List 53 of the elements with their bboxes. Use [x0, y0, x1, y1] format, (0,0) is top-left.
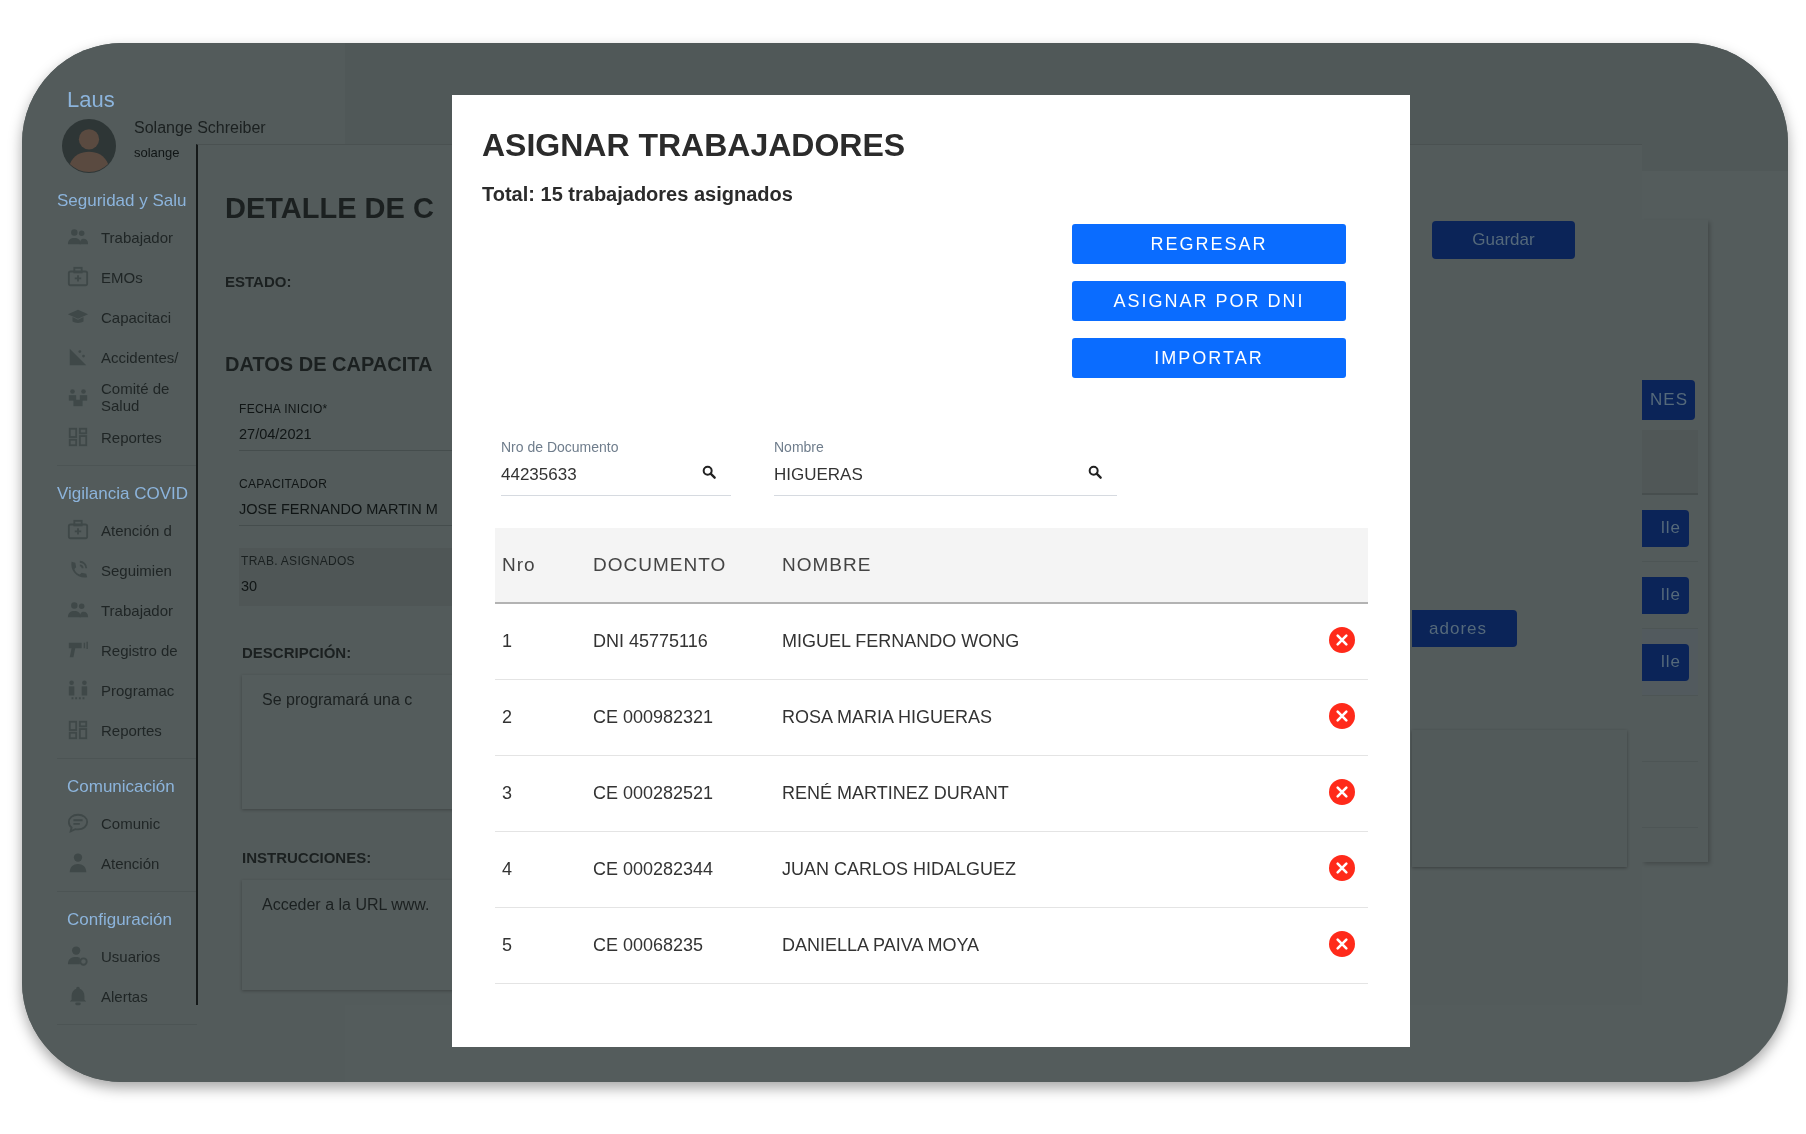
search-field[interactable]: Nro de Documento 44235633	[501, 439, 731, 496]
section-heading: Configuración	[67, 910, 172, 930]
column-header: NOMBRE	[781, 554, 873, 576]
column-header: DOCUMENTO	[592, 554, 728, 576]
detail-button[interactable]: lle	[1642, 643, 1689, 681]
workers-button[interactable]: adores	[1412, 610, 1517, 647]
search-icon	[701, 464, 717, 480]
total-text: Total: 15 trabajadores asignados	[482, 183, 794, 206]
section-title: DATOS DE CAPACITA	[225, 353, 434, 376]
action-button[interactable]: REGRESAR	[1072, 224, 1346, 264]
field-label: INSTRUCCIONES:	[242, 849, 373, 866]
remove-icon[interactable]	[1329, 626, 1355, 653]
user-name: Solange Schreiber	[134, 118, 266, 137]
remove-icon[interactable]	[1329, 702, 1355, 729]
save-button[interactable]: Guardar	[1432, 221, 1575, 259]
field-label: DESCRIPCIÓN:	[242, 644, 353, 661]
action-button[interactable]: IMPORTAR	[1072, 338, 1346, 378]
text-area[interactable]: Se programará una c	[242, 675, 454, 809]
table-cell-text: ROSA MARIA HIGUERAS	[781, 707, 994, 728]
table-cell-text: RENÉ MARTINEZ DURANT	[781, 783, 1010, 804]
status-label: ESTADO:	[225, 273, 293, 290]
search-icon	[1087, 464, 1103, 480]
table-cell-text: CE 000282344	[592, 859, 715, 880]
search-field[interactable]: Nombre HIGUERAS	[774, 439, 1117, 496]
action-button[interactable]: NES	[1642, 380, 1695, 420]
table-cell-text: 2	[501, 707, 513, 728]
text-area[interactable]: Acceder a la URL www.	[242, 880, 454, 990]
table-cell-text: 1	[501, 631, 513, 652]
remove-icon[interactable]	[1329, 778, 1355, 805]
table-cell-text: 3	[501, 783, 513, 804]
detail-button[interactable]: lle	[1642, 576, 1689, 614]
table-cell-text: DNI 45775116	[592, 631, 709, 652]
detail-button[interactable]: lle	[1642, 509, 1689, 547]
table-cell-text: 4	[501, 859, 513, 880]
column-header: Nro	[501, 554, 537, 576]
modal-title: ASIGNAR TRABAJADORES	[482, 127, 907, 164]
section-heading: Vigilancia COVID	[57, 484, 189, 504]
brand-name: Laus	[67, 87, 115, 113]
table-cell-text: 5	[501, 935, 513, 956]
remove-icon[interactable]	[1329, 854, 1355, 881]
table-cell-text: JUAN CARLOS HIDALGUEZ	[781, 859, 1018, 880]
table-cell-text: CE 00068235	[592, 935, 705, 956]
user-email: solange	[134, 144, 181, 160]
action-button[interactable]: ASIGNAR POR DNI	[1072, 281, 1346, 321]
section-heading: Comunicación	[67, 777, 175, 797]
section-heading: Seguridad y Salu	[57, 191, 187, 211]
table-cell-text: CE 000282521	[592, 783, 715, 804]
remove-icon[interactable]	[1329, 930, 1355, 957]
table-cell-text: CE 000982321	[592, 707, 715, 728]
avatar	[62, 119, 116, 173]
page-title: DETALLE DE C	[225, 192, 435, 225]
table-cell-text: MIGUEL FERNANDO WONG	[781, 631, 1021, 652]
table-cell-text: DANIELLA PAIVA MOYA	[781, 935, 981, 956]
